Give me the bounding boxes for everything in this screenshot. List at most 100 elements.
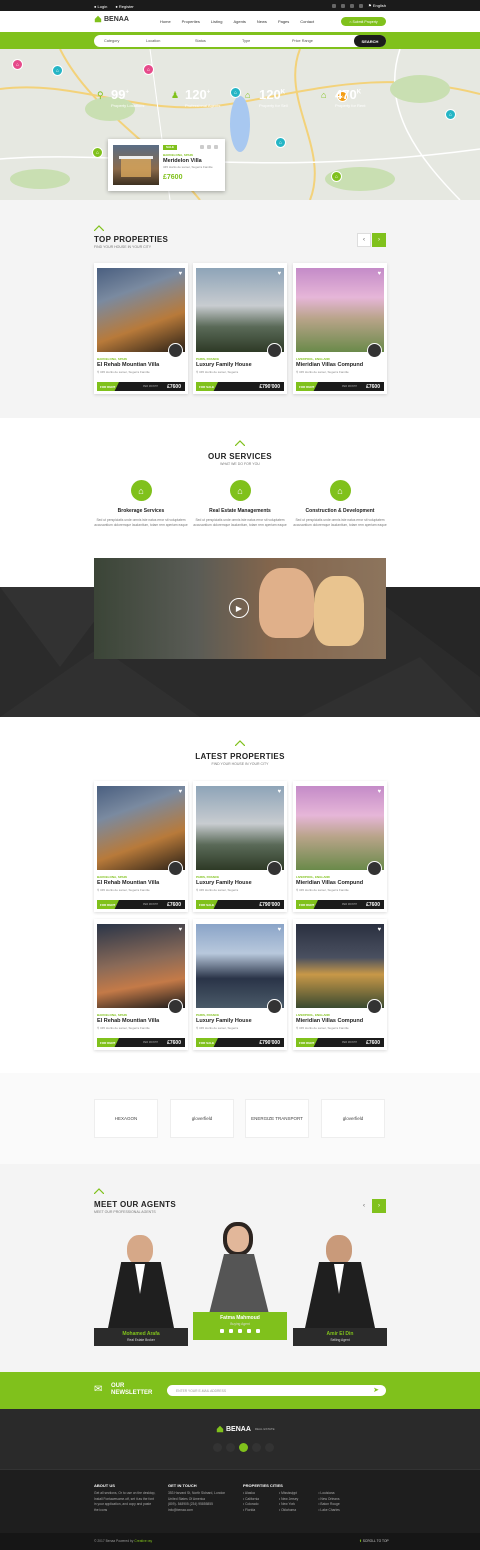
partner-logo[interactable]: HEXAGON (94, 1099, 158, 1138)
email-icon[interactable] (256, 1329, 260, 1333)
popup-title[interactable]: Meridelon Villa (163, 158, 202, 164)
agent-avatar[interactable] (367, 861, 382, 876)
property-card[interactable]: ♥ BARCELONA, SPAIN El Rehab Mountian Villa… (94, 781, 188, 912)
agent-avatar[interactable] (168, 343, 183, 358)
agent-avatar[interactable] (267, 999, 282, 1014)
map-pin-icon[interactable]: ⌂ (52, 65, 63, 76)
nav-listing[interactable]: Listing (211, 19, 223, 24)
google-plus-icon[interactable] (238, 1329, 242, 1333)
property-image[interactable] (196, 268, 284, 352)
youtube-icon[interactable] (359, 3, 364, 8)
search-button[interactable]: SEARCH (354, 35, 386, 47)
map[interactable]: ⌂ ⌂ ⌂ ⌂ ⌂ ⌂ ⌂ ⌂ ⌂ ⌂ SALE BARCELONA, SPAI… (0, 49, 480, 200)
heart-icon[interactable]: ♥ (377, 927, 381, 933)
property-title[interactable]: El Rehab Mountian Villa (97, 880, 159, 886)
city-link[interactable]: • Florida (243, 1508, 259, 1513)
agent-card[interactable]: Mohamed Arafa Real Estate Broker (94, 1230, 188, 1348)
nav-agents[interactable]: Agents (233, 19, 245, 24)
next-arrow-button[interactable]: › (372, 1199, 386, 1213)
google-plus-icon[interactable] (350, 3, 355, 8)
partner-logo[interactable]: ENERGIZE TRANSPORT (245, 1099, 309, 1138)
register-link[interactable]: ● Register (115, 4, 133, 9)
agent-avatar[interactable] (267, 861, 282, 876)
heart-icon[interactable]: ♥ (377, 789, 381, 795)
property-card[interactable]: ♥ LIVERPOOL, ENGLAND Mieridian Villas Comp… (293, 263, 387, 394)
send-icon[interactable]: ➤ (373, 1386, 379, 1394)
property-title[interactable]: Mieridian Villas Compund (296, 880, 363, 886)
linkedin-icon[interactable] (247, 1329, 251, 1333)
partner-logo[interactable]: gloverfield (321, 1099, 385, 1138)
agent-card[interactable]: Amir El Din Selling Agent (293, 1230, 387, 1348)
property-card[interactable]: ♥ LIVERPOOL, ENGLAND Mieridian Villas Comp… (293, 781, 387, 912)
property-title[interactable]: Mieridian Villas Compund (296, 1018, 363, 1024)
map-pin-icon[interactable]: ⌂ (230, 87, 241, 98)
map-pin-icon[interactable]: ⌂ (143, 64, 154, 75)
next-arrow-button[interactable]: › (372, 233, 386, 247)
nav-properties[interactable]: Properties (182, 19, 200, 24)
property-card[interactable]: ♥ BARCELONA, SPAIN El Rehab Mountian Villa… (94, 919, 188, 1050)
map-pin-icon[interactable]: ⌂ (275, 137, 286, 148)
city-link[interactable]: • Oklahoma (279, 1508, 298, 1513)
status-select[interactable]: Status (195, 39, 206, 43)
twitter-icon[interactable] (226, 1443, 235, 1452)
heart-icon[interactable]: ♥ (178, 271, 182, 277)
heart-icon[interactable]: ♥ (277, 927, 281, 933)
twitter-icon[interactable] (341, 3, 346, 8)
partner-logo[interactable]: gloverfield (170, 1099, 234, 1138)
close-icon[interactable] (214, 145, 218, 149)
property-image[interactable] (196, 924, 284, 1008)
property-title[interactable]: El Rehab Mountian Villa (97, 362, 159, 368)
language-selector[interactable]: ⚑ English (368, 3, 386, 8)
agent-avatar[interactable] (367, 999, 382, 1014)
property-image[interactable] (296, 786, 384, 870)
nav-pages[interactable]: Pages (278, 19, 289, 24)
map-pin-icon[interactable]: ⌂ (12, 59, 23, 70)
facebook-icon[interactable] (332, 3, 337, 8)
facebook-icon[interactable] (213, 1443, 222, 1452)
prev-arrow-button[interactable]: ‹ (357, 233, 371, 247)
property-image[interactable] (296, 924, 384, 1008)
scroll-to-top-link[interactable]: ⬆ SCROLL TO TOP (359, 1539, 389, 1543)
nav-news[interactable]: News (257, 19, 267, 24)
submit-property-button[interactable]: ⌂ Submit Property (341, 17, 386, 26)
agent-avatar[interactable] (168, 999, 183, 1014)
location-select[interactable]: Location (146, 39, 160, 43)
author-link[interactable]: Creative ray (134, 1539, 152, 1543)
price-range-select[interactable]: Price Range (292, 39, 313, 43)
category-select[interactable]: Category (104, 39, 119, 43)
agent-card[interactable]: Fatma Mahmoud Buying Agent (193, 1220, 287, 1348)
property-card[interactable]: ♥ BARCELONA, SPAIN El Rehab Mountian Villa… (94, 263, 188, 394)
facebook-icon[interactable] (220, 1329, 224, 1333)
map-pin-icon[interactable]: ⌂ (331, 171, 342, 182)
property-image[interactable] (97, 786, 185, 870)
newsletter-email-input[interactable]: ENTER YOUR E-MAIL ADDRESS ➤ (167, 1385, 386, 1396)
property-image[interactable] (97, 268, 185, 352)
logo[interactable]: BENAA (94, 15, 129, 23)
nav-contact[interactable]: Contact (300, 19, 314, 24)
property-card[interactable]: ♥ PARIS, FRANCE Luxury Family House ⚲ 345 H… (193, 263, 287, 394)
twitter-icon[interactable] (229, 1329, 233, 1333)
heart-icon[interactable]: ♥ (178, 789, 182, 795)
map-pin-icon[interactable]: ⌂ (92, 147, 103, 158)
city-link[interactable]: • Lake Charles (318, 1508, 340, 1513)
apple-icon[interactable] (265, 1443, 274, 1452)
agent-avatar[interactable] (367, 343, 382, 358)
property-card[interactable]: ♥ PARIS, FRANCE Luxury Family House ⚲ 345 H… (193, 919, 287, 1050)
property-card[interactable]: ♥ PARIS, FRANCE Luxury Family House ⚲ 345 H… (193, 781, 287, 912)
share-icon[interactable] (207, 145, 211, 149)
map-popup[interactable]: SALE BARCELONA, SPAIN Meridelon Villa 34… (108, 139, 225, 191)
property-image[interactable] (97, 924, 185, 1008)
property-image[interactable] (196, 786, 284, 870)
property-title[interactable]: Luxury Family House (196, 880, 252, 886)
footer-logo[interactable]: BENAA REAL ESTATE (216, 1425, 275, 1433)
agent-avatar[interactable] (168, 861, 183, 876)
property-title[interactable]: Mieridian Villas Compund (296, 362, 363, 368)
nav-home[interactable]: Home (160, 19, 171, 24)
play-icon[interactable]: ▶ (229, 598, 249, 618)
type-select[interactable]: Type (242, 39, 250, 43)
agent-avatar[interactable] (267, 343, 282, 358)
property-image[interactable] (296, 268, 384, 352)
heart-icon[interactable]: ♥ (277, 789, 281, 795)
prev-arrow-button[interactable]: ‹ (357, 1199, 371, 1213)
heart-icon[interactable]: ♥ (178, 927, 182, 933)
